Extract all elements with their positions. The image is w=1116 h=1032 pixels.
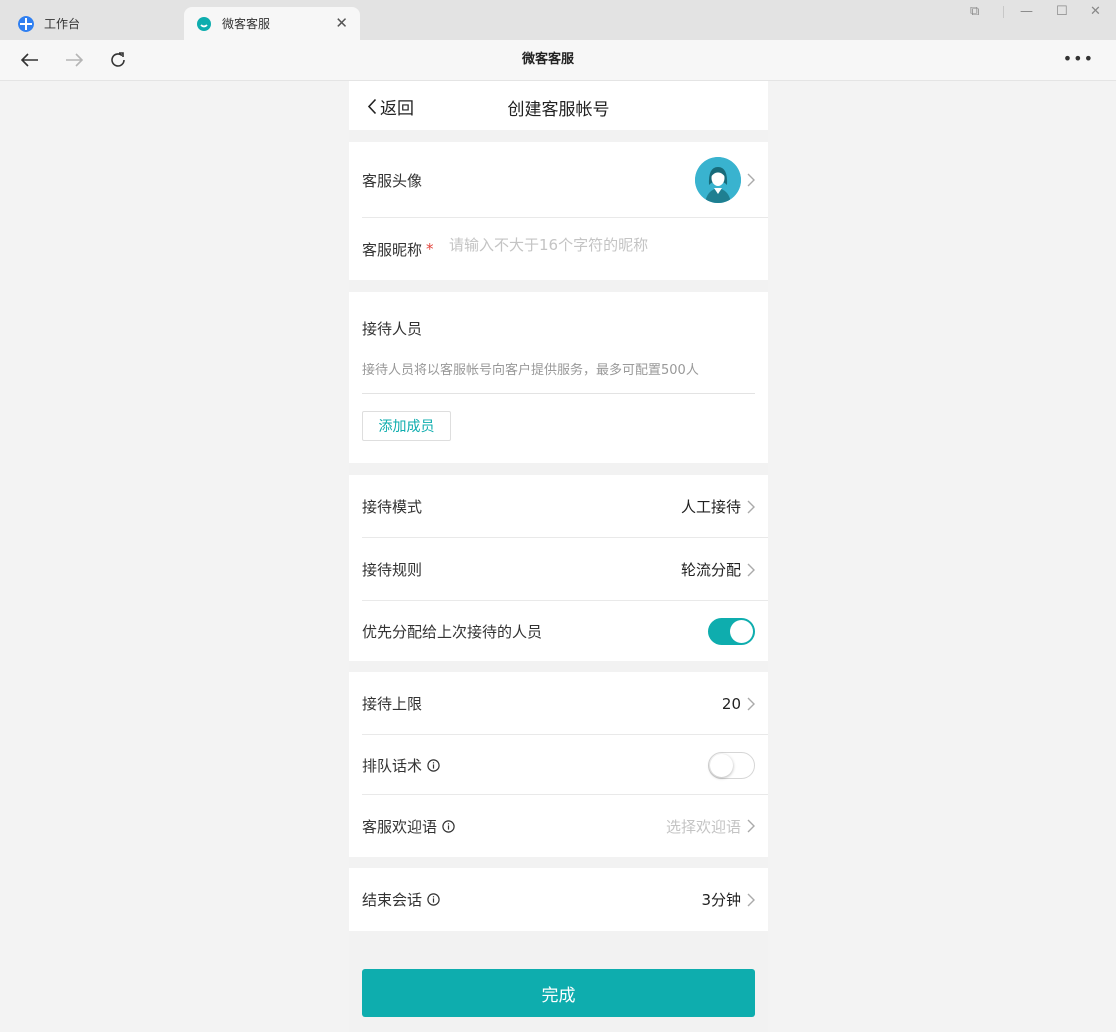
session-card: 结束会话 3分钟 bbox=[349, 868, 768, 931]
workbench-icon bbox=[18, 15, 34, 32]
queue-script-label: 排队话术 bbox=[362, 755, 440, 776]
avatar[interactable] bbox=[695, 157, 741, 203]
staff-description: 接待人员将以客服帐号向客户提供服务，最多可配置500人 bbox=[362, 363, 699, 378]
nickname-label: 客服昵称 * bbox=[362, 240, 434, 259]
reception-card: 接待模式 人工接待 接待规则 轮流分配 优先分配给上次接待的人员 bbox=[349, 475, 768, 661]
chevron-right-icon bbox=[747, 500, 755, 513]
info-icon[interactable] bbox=[442, 819, 455, 833]
nickname-row: 客服昵称 * bbox=[349, 218, 768, 280]
tab-wecom-service[interactable]: 微客客服 ✕ bbox=[184, 7, 360, 40]
maximize-icon[interactable]: ☐ bbox=[1056, 4, 1068, 19]
welcome-label: 客服欢迎语 bbox=[362, 816, 455, 837]
end-session-value: 3分钟 bbox=[701, 891, 741, 909]
info-icon[interactable] bbox=[427, 893, 440, 906]
toggle-knob bbox=[710, 753, 733, 777]
more-icon[interactable]: ••• bbox=[1063, 51, 1094, 67]
reception-limit-value: 20 bbox=[721, 694, 741, 713]
queue-script-row: 排队话术 bbox=[349, 735, 768, 795]
reception-rule-row[interactable]: 接待规则 轮流分配 bbox=[349, 538, 768, 601]
chevron-right-icon bbox=[747, 173, 755, 187]
chevron-right-icon bbox=[747, 893, 755, 906]
browser-tab-bar: 工作台 微客客服 ✕ ⧉ — ☐ ✕ bbox=[0, 0, 1116, 40]
required-mark: * bbox=[426, 240, 434, 258]
tab-workbench[interactable]: 工作台 bbox=[0, 7, 180, 40]
reception-mode-row[interactable]: 接待模式 人工接待 bbox=[349, 475, 768, 538]
restore-window-icon[interactable]: ⧉ bbox=[970, 4, 979, 19]
staff-title: 接待人员 bbox=[362, 320, 423, 338]
header-title: 创建客服帐号 bbox=[507, 100, 610, 120]
reception-limit-row[interactable]: 接待上限 20 bbox=[349, 672, 768, 735]
close-icon[interactable]: ✕ bbox=[335, 14, 348, 32]
browser-nav-bar: 微客客服 ••• bbox=[0, 40, 1116, 81]
page-title: 微客客服 bbox=[521, 52, 574, 67]
chevron-right-icon bbox=[747, 819, 755, 833]
create-account-page: 返回 创建客服帐号 客服头像 客服昵称 * 请输入不大于16个字符的昵称 接待人… bbox=[349, 81, 768, 1032]
page-header: 返回 创建客服帐号 bbox=[349, 81, 768, 130]
reception-limit-label: 接待上限 bbox=[362, 695, 423, 713]
wecom-service-icon bbox=[197, 16, 211, 31]
window-control-divider bbox=[1003, 6, 1004, 18]
priority-row: 优先分配给上次接待的人员 bbox=[349, 601, 768, 661]
profile-card: 客服头像 客服昵称 * bbox=[349, 142, 768, 280]
end-session-label: 结束会话 bbox=[362, 889, 440, 910]
tab-label: 微客客服 bbox=[222, 17, 271, 31]
nickname-input[interactable] bbox=[449, 236, 749, 254]
avatar-label: 客服头像 bbox=[362, 171, 423, 190]
chevron-right-icon bbox=[747, 563, 755, 576]
reception-mode-label: 接待模式 bbox=[362, 498, 423, 516]
reception-rule-value: 轮流分配 bbox=[680, 561, 741, 579]
priority-label: 优先分配给上次接待的人员 bbox=[362, 622, 543, 641]
avatar-row[interactable]: 客服头像 bbox=[349, 142, 768, 218]
reception-mode-value: 人工接待 bbox=[680, 498, 741, 516]
limits-card: 接待上限 20 排队话术 客服欢迎语 选择欢迎语 bbox=[349, 672, 768, 857]
close-window-icon[interactable]: ✕ bbox=[1090, 4, 1101, 19]
welcome-row[interactable]: 客服欢迎语 选择欢迎语 bbox=[349, 795, 768, 857]
chevron-right-icon bbox=[747, 697, 755, 710]
toggle-knob bbox=[730, 619, 753, 643]
end-session-row[interactable]: 结束会话 3分钟 bbox=[349, 868, 768, 931]
priority-toggle[interactable] bbox=[708, 617, 755, 645]
reception-rule-label: 接待规则 bbox=[362, 561, 423, 579]
add-member-button[interactable]: 添加成员 bbox=[362, 411, 451, 441]
minimize-icon[interactable]: — bbox=[1020, 4, 1033, 19]
welcome-placeholder: 选择欢迎语 bbox=[665, 817, 741, 836]
queue-script-toggle[interactable] bbox=[708, 751, 755, 779]
staff-divider bbox=[362, 393, 755, 394]
done-button[interactable]: 完成 bbox=[362, 969, 755, 1017]
info-icon[interactable] bbox=[427, 758, 440, 772]
tab-label: 工作台 bbox=[44, 17, 81, 31]
staff-card: 接待人员 接待人员将以客服帐号向客户提供服务，最多可配置500人 添加成员 bbox=[349, 292, 768, 463]
